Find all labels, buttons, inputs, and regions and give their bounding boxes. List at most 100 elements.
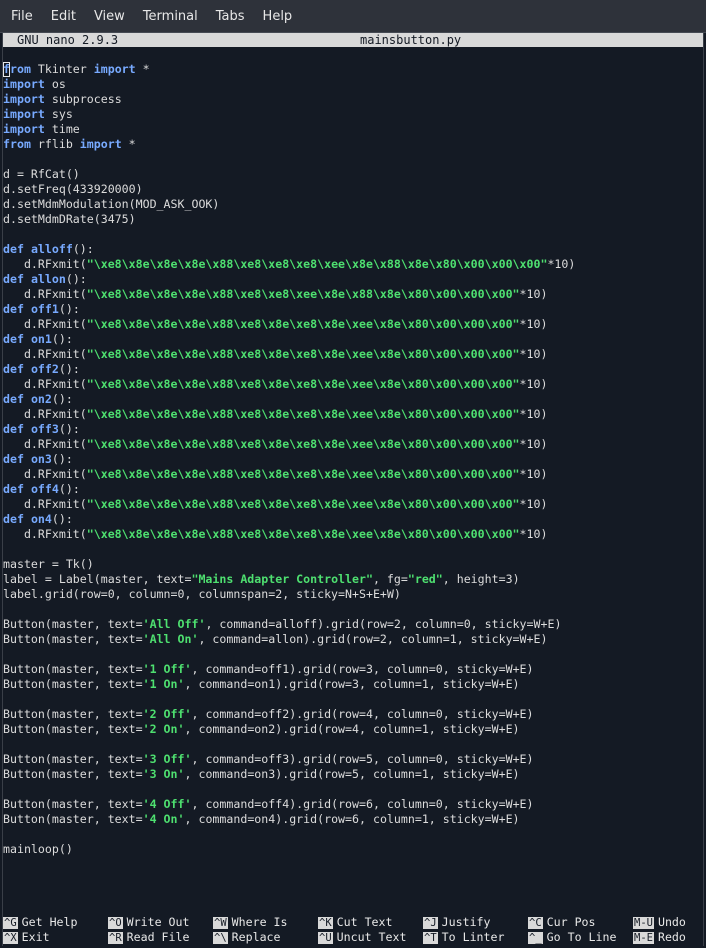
shortcut-justify[interactable]: ^J Justify [423, 915, 491, 930]
shortcut-redo[interactable]: M-E Redo [633, 930, 686, 945]
code-token: master = Tk() [3, 557, 94, 571]
function-name-token: alloff [30, 242, 73, 256]
string-token: "Mains Adapter Controller" [191, 572, 373, 586]
code-token: , command=on3).grid(row=5, column=1, sti… [184, 767, 520, 781]
code-token: label = Label(master, text= [3, 572, 192, 586]
code-line: d.setFreq(433920000) [3, 182, 703, 197]
code-line: import sys [3, 107, 703, 122]
code-line: label.grid(row=0, column=0, columnspan=2… [3, 587, 703, 602]
code-token: (): [51, 392, 73, 406]
code-line: label = Label(master, text="Mains Adapte… [3, 572, 703, 587]
code-token: , command=on4).grid(row=6, column=1, sti… [184, 812, 520, 826]
code-line: d.RFxmit("\xe8\x8e\x8e\x8e\x88\xe8\x8e\x… [3, 467, 703, 482]
code-line: from rflib import * [3, 137, 703, 152]
code-token: Button(master, text= [3, 722, 143, 736]
code-token: d.setMdmDRate(3475) [3, 212, 136, 226]
code-line: Button(master, text='1 Off', command=off… [3, 662, 703, 677]
code-token: d.RFxmit( [3, 407, 87, 421]
shortcut-cut-text[interactable]: ^K Cut Text [318, 915, 393, 930]
menu-help[interactable]: Help [254, 0, 302, 33]
shortcut-row-1: ^G Get Help ^O Write Out ^W Where Is ^K Cut Tex… [3, 915, 703, 930]
shortcut-to-linter[interactable]: ^T To Linter [423, 930, 504, 945]
keyword-token: def [3, 452, 24, 466]
keyword-token: def [3, 362, 24, 376]
shortcut-replace[interactable]: ^\ Replace [213, 930, 281, 945]
function-name-token: off2 [30, 362, 59, 376]
shortcut-label: Go To Line [546, 930, 617, 944]
code-token: (): [65, 272, 87, 286]
code-token: d.RFxmit( [3, 527, 87, 541]
shortcut-undo[interactable]: M-U Undo [633, 915, 686, 930]
code-token: (): [58, 482, 80, 496]
code-line: def off3(): [3, 422, 703, 437]
code-token: , command=off2).grid(row=4, column=0, st… [191, 707, 534, 721]
shortcut-get-help[interactable]: ^G Get Help [3, 915, 78, 930]
shortcut-write-out[interactable]: ^O Write Out [108, 915, 189, 930]
code-token: time [44, 122, 80, 136]
string-token: "\xe8\x8e\x8e\x8e\x88\xe8\x8e\xe8\x8e\xe… [86, 497, 520, 511]
menu-view[interactable]: View [85, 0, 134, 33]
shortcut-key: ^U [318, 932, 333, 944]
shortcut-label: Cur Pos [546, 915, 596, 929]
shortcut-read-file[interactable]: ^R Read File [108, 930, 189, 945]
string-token: "red" [407, 572, 443, 586]
code-line: d.RFxmit("\xe8\x8e\x8e\x8e\x88\xe8\x8e\x… [3, 317, 703, 332]
code-token: sys [44, 107, 73, 121]
keyword-token: import [3, 122, 45, 136]
code-token: , command=alloff).grid(row=2, column=0, … [205, 617, 562, 631]
code-token: Button(master, text= [3, 662, 143, 676]
terminal-area[interactable]: GNU nano 2.9.3 mainsbutton.py from Tkint… [2, 33, 704, 946]
code-token: d = RfCat() [3, 167, 80, 181]
code-token: *10) [519, 527, 548, 541]
keyword-token: def [3, 242, 24, 256]
code-line: def allon(): [3, 272, 703, 287]
code-token: *10) [519, 437, 548, 451]
string-token: "\xe8\x8e\x8e\x8e\x88\xe8\x8e\xe8\x8e\xe… [86, 437, 520, 451]
shortcut-bar: ^G Get Help ^O Write Out ^W Where Is ^K Cut Tex… [3, 915, 703, 945]
string-token: '4 Off' [142, 797, 192, 811]
menu-tabs[interactable]: Tabs [207, 0, 254, 33]
keyword-token: def [3, 272, 24, 286]
code-line: Button(master, text='3 Off', command=off… [3, 752, 703, 767]
function-name-token: off4 [30, 482, 59, 496]
menu-file[interactable]: File [2, 0, 42, 33]
shortcut-label: Read File [126, 930, 190, 944]
shortcut-go-to-line[interactable]: ^_ Go To Line [528, 930, 616, 945]
code-token: (): [72, 242, 94, 256]
code-line: def on3(): [3, 452, 703, 467]
shortcut-exit[interactable]: ^X Exit [3, 930, 50, 945]
shortcut-where-is[interactable]: ^W Where Is [213, 915, 288, 930]
code-token: d.RFxmit( [3, 287, 87, 301]
shortcut-label: Redo [657, 930, 686, 944]
string-token: "\xe8\x8e\x8e\x8e\x88\xe8\x8e\xe8\x8e\xe… [86, 407, 520, 421]
menu-terminal[interactable]: Terminal [134, 0, 207, 33]
code-line: def off1(): [3, 302, 703, 317]
code-line: Button(master, text='4 Off', command=off… [3, 797, 703, 812]
shortcut-uncut-text[interactable]: ^U Uncut Text [318, 930, 406, 945]
shortcut-key: ^O [108, 917, 123, 929]
menu-edit[interactable]: Edit [42, 0, 85, 33]
code-line: def on2(): [3, 392, 703, 407]
function-name-token: on3 [30, 452, 52, 466]
shortcut-cur-pos[interactable]: ^C Cur Pos [528, 915, 596, 930]
code-token: label.grid(row=0, column=0, columnspan=2… [3, 587, 401, 601]
code-line: def off4(): [3, 482, 703, 497]
string-token: '1 On' [142, 677, 185, 691]
code-line: Button(master, text='All Off', command=a… [3, 617, 703, 632]
string-token: "\xe8\x8e\x8e\x8e\x88\xe8\x8e\xe8\x8e\xe… [86, 347, 520, 361]
code-editor[interactable]: from Tkinter import * import os import sub… [3, 62, 703, 857]
code-token: , command=on1).grid(row=3, column=1, sti… [184, 677, 520, 691]
shortcut-key: ^G [3, 917, 18, 929]
code-token: Tkinter [30, 62, 94, 76]
code-token: d.setFreq(433920000) [3, 182, 143, 196]
shortcut-label: Cut Text [336, 915, 393, 929]
menu-bar: File Edit View Terminal Tabs Help [0, 0, 706, 33]
shortcut-label: Uncut Text [336, 930, 407, 944]
